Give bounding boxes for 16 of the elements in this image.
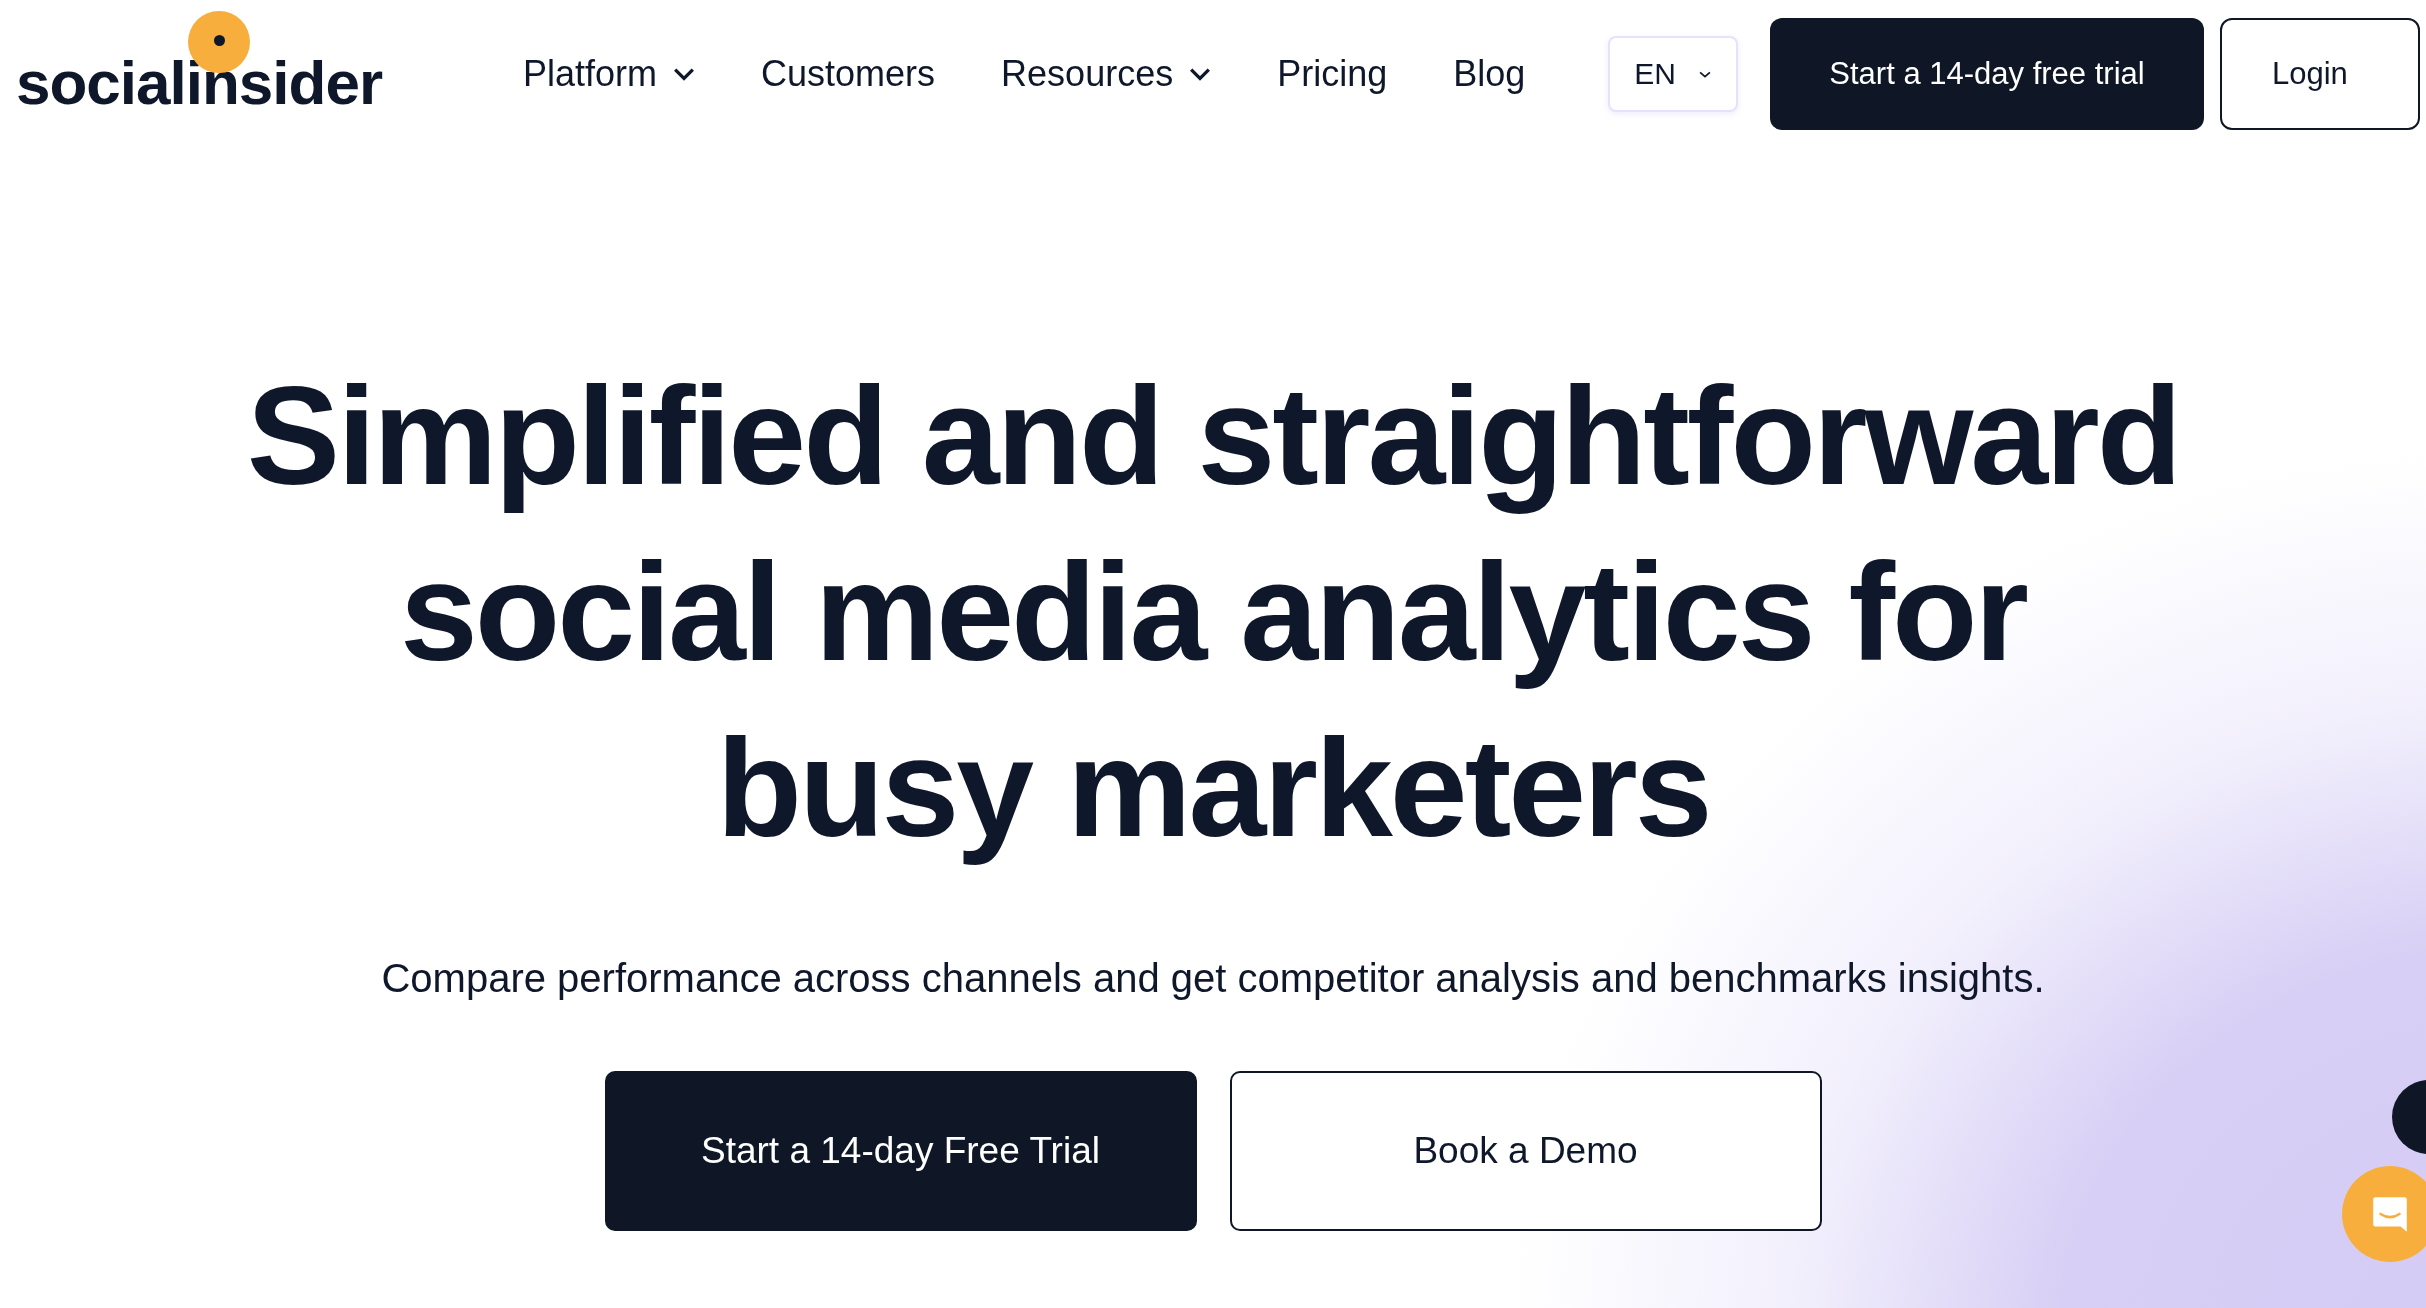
nav-link[interactable]: Pricing	[1277, 53, 1388, 95]
hero-subtitle: Compare performance across channels and get competitor analysis and benchmarks insights.	[381, 956, 2045, 1001]
logo[interactable]: socialinsider	[16, 6, 416, 118]
hero-title: Simplified and straightforward social media analytics for busy marketers	[246, 356, 2180, 868]
nav-link[interactable]: Customers	[761, 53, 936, 95]
trial-button[interactable]: Start a 14-day free trial	[1770, 18, 2204, 130]
chevron-down-icon	[673, 67, 696, 81]
nav-link[interactable]: Blog	[1453, 53, 1526, 95]
chevron-down-icon	[1189, 67, 1212, 81]
language-dropdown[interactable]: EN	[1608, 36, 1738, 112]
nav-link[interactable]: Platform	[523, 53, 696, 95]
trial-button[interactable]: Start a 14-day Free Trial	[604, 1071, 1197, 1231]
chevron-down-icon	[1697, 69, 1712, 79]
demo-button[interactable]: Book a Demo	[1229, 1071, 1822, 1231]
login-button[interactable]: Login	[2220, 18, 2420, 130]
nav-link[interactable]: Resources	[1001, 53, 1212, 95]
